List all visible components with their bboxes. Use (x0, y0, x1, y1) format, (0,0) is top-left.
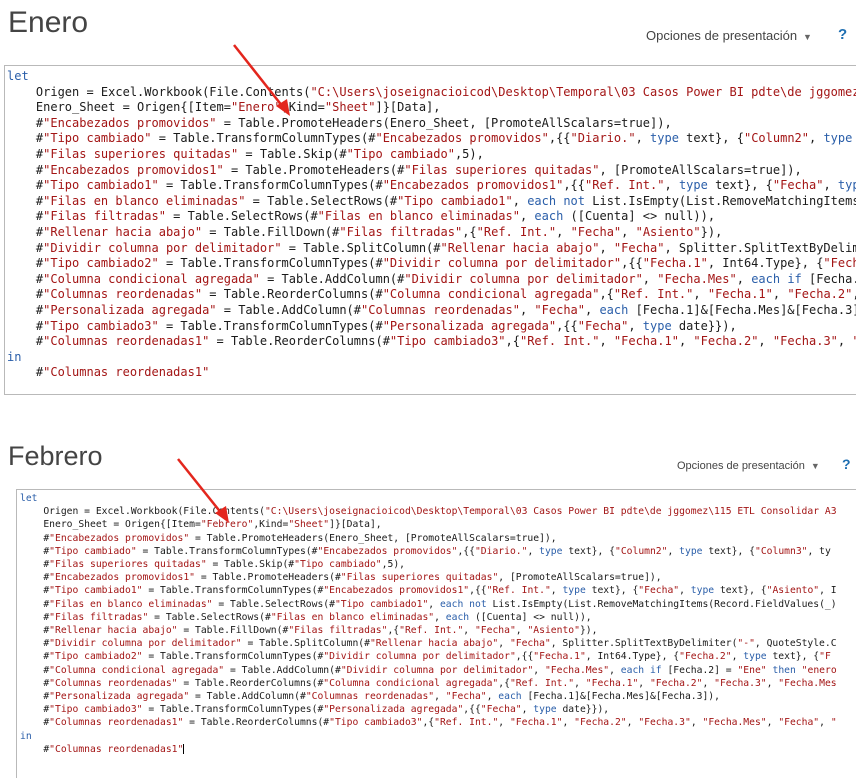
code-line: #"Personalizada agregada" = Table.AddCol… (20, 691, 720, 703)
code-line: #"Tipo cambiado2" = Table.TransformColum… (20, 651, 831, 663)
code-line: in (20, 730, 32, 742)
code-line: #"Dividir columna por delimitador" = Tab… (20, 638, 837, 650)
code-line: #"Columna condicional agregada" = Table.… (20, 664, 837, 676)
code-line: #"Columnas reordenadas" = Table.ReorderC… (20, 677, 837, 689)
code-line: #"Filas filtradas" = Table.SelectRows(#"… (20, 611, 592, 623)
febrero-query-panel: Febrero Opciones de presentación ▼ ? let … (0, 0, 856, 778)
code-line: #"Columnas reordenadas1" (20, 743, 185, 755)
code-line: #"Tipo cambiado3" = Table.TransformColum… (20, 704, 610, 716)
red-arrow-annotation (177, 458, 229, 523)
text-cursor (183, 743, 185, 755)
code-line: #"Columnas reordenadas1" = Table.Reorder… (20, 717, 837, 729)
code-line: #"Rellenar hacia abajo" = Table.FillDown… (20, 625, 598, 637)
